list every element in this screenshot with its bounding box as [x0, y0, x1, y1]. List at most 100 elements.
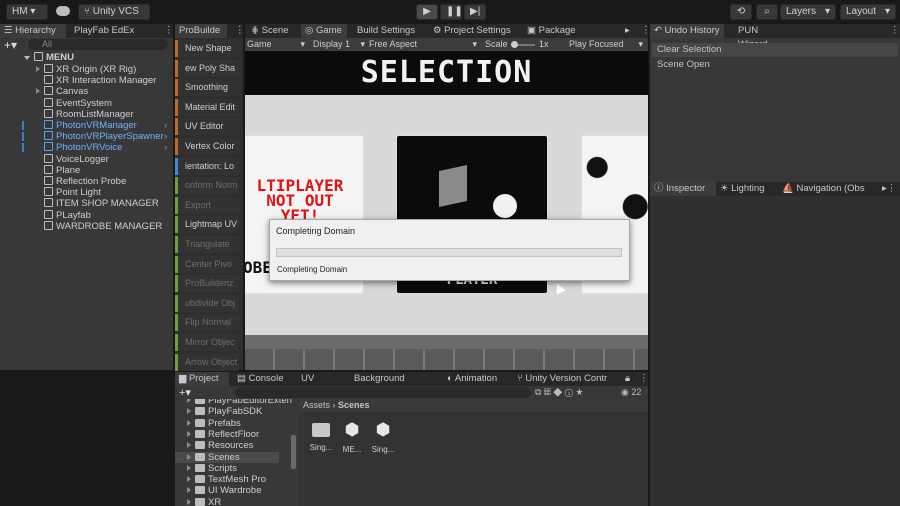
- scene-root[interactable]: MENU: [24, 52, 74, 63]
- probuilder-action[interactable]: Arrow Object: [175, 353, 239, 371]
- search-icon[interactable]: ⌕: [756, 4, 778, 20]
- probuilder-action[interactable]: Flip Normal: [175, 314, 239, 332]
- scale-slider-thumb[interactable]: [511, 41, 518, 48]
- probuilder-action[interactable]: ubdivide Obj: [175, 294, 239, 312]
- expand-arrow-icon[interactable]: [187, 453, 191, 460]
- game-view[interactable]: SELECTION LTIPLAYER NOT OUT YET! OBE PLA…: [245, 51, 648, 370]
- project-folder-item[interactable]: Resources: [187, 440, 291, 451]
- hierarchy-item[interactable]: PLayfab: [36, 209, 91, 221]
- tab-game[interactable]: ◎ Game: [301, 24, 347, 38]
- hierarchy-item[interactable]: XR Interaction Manager: [36, 75, 156, 86]
- probuilder-action[interactable]: ientation: Lo: [175, 157, 239, 175]
- probuilder-action[interactable]: Mirror Objec: [175, 334, 239, 351]
- hierarchy-item[interactable]: RoomListManager: [36, 108, 134, 120]
- tree-scrollbar[interactable]: [291, 435, 296, 469]
- tab-lighting[interactable]: ☀ Lighting: [716, 182, 776, 196]
- expand-arrow-icon[interactable]: [36, 66, 40, 72]
- expand-arrow-icon[interactable]: [187, 487, 191, 494]
- tab-hierarchy[interactable]: ☰ Hierarchy: [0, 24, 66, 38]
- probuilder-action[interactable]: New Shape: [175, 40, 239, 57]
- hierarchy-item[interactable]: Canvas: [36, 86, 88, 97]
- project-search-input[interactable]: [235, 387, 531, 398]
- filter-icons[interactable]: ⧉ ▦ ◆ ⓘ ★: [535, 387, 583, 398]
- asset-item[interactable]: ⬢ ME...: [338, 421, 366, 461]
- asset-item[interactable]: Sing...: [307, 421, 335, 461]
- tab-unity-version-control[interactable]: ⑂ Unity Version Contr: [513, 372, 617, 386]
- tab-animation[interactable]: ◐ Animation: [443, 372, 505, 386]
- play-button[interactable]: ▶: [416, 4, 438, 20]
- tab-playfab[interactable]: PlayFab EdEx: [70, 24, 140, 38]
- hierarchy-item[interactable]: XR Origin (XR Rig): [36, 64, 136, 75]
- tab-scene[interactable]: ⋕ Scene: [247, 24, 299, 38]
- expand-arrow-icon[interactable]: [187, 442, 191, 449]
- hierarchy-item[interactable]: WARDROBE MANAGER: [36, 220, 162, 232]
- project-folder-item[interactable]: Prefabs: [187, 418, 291, 429]
- project-folder-item[interactable]: Scenes: [175, 451, 279, 463]
- probuilder-action[interactable]: Material Edit: [175, 98, 239, 116]
- play-focused-dropdown[interactable]: Play Focused ▾: [569, 38, 645, 51]
- hierarchy-item[interactable]: ITEM SHOP MANAGER: [36, 198, 159, 209]
- game-mode-dropdown[interactable]: Game ▾: [247, 38, 307, 51]
- tab-project-settings[interactable]: ⚙ Project Settings: [429, 24, 521, 38]
- project-folder-item[interactable]: PlayFabEditorExten: [187, 399, 292, 406]
- chevron-right-icon[interactable]: ›: [164, 120, 167, 131]
- hierarchy-search-input[interactable]: All: [28, 39, 168, 50]
- step-button[interactable]: ▶|: [464, 4, 486, 20]
- tab-uv-editor[interactable]: UV Editor: [297, 372, 345, 398]
- tab-console[interactable]: ▤ Console: [233, 372, 289, 386]
- project-folder-item[interactable]: XR: [187, 497, 291, 506]
- more-icon[interactable]: ⋮: [635, 372, 653, 386]
- expand-arrow-icon[interactable]: [187, 408, 191, 415]
- account-dropdown[interactable]: HM ▾: [6, 4, 48, 20]
- expand-arrow-icon[interactable]: [187, 498, 191, 505]
- tab-pun-wizard[interactable]: PUN Wizard: [734, 24, 794, 50]
- project-add-icon[interactable]: +▾: [179, 386, 191, 399]
- probuilder-action[interactable]: Smoothing: [175, 79, 239, 97]
- tab-package-manager[interactable]: ▣ Package Manager: [523, 24, 617, 50]
- lock-icon[interactable]: 🔒︎: [621, 372, 634, 386]
- hierarchy-item[interactable]: PhotonVRPlayerSpawner ›: [22, 131, 167, 142]
- hierarchy-item[interactable]: Point Light: [36, 187, 101, 198]
- undo-item-0[interactable]: Clear Selection: [652, 43, 898, 57]
- history-icon[interactable]: ⟲: [730, 4, 752, 20]
- tab-undo-history[interactable]: ↶ Undo History: [650, 24, 724, 38]
- hierarchy-item[interactable]: PhotonVRVoice ›: [22, 142, 167, 153]
- probuilder-action[interactable]: ew Poly Sha: [175, 59, 239, 77]
- project-folder-item[interactable]: UI Wardrobe: [187, 485, 291, 496]
- add-icon[interactable]: +▾: [4, 38, 17, 52]
- tab-navigation[interactable]: ⛵ Navigation (Obs: [778, 182, 876, 196]
- probuilder-action[interactable]: onform Norm: [175, 177, 239, 195]
- project-folder-item[interactable]: Scripts: [187, 463, 291, 474]
- project-folder-item[interactable]: TextMesh Pro: [187, 474, 291, 485]
- expand-arrow-icon[interactable]: [187, 464, 191, 471]
- layout-dropdown[interactable]: Layout ▾: [840, 4, 896, 20]
- asset-item[interactable]: ⬢ Sing...: [369, 421, 397, 461]
- hierarchy-item[interactable]: Plane: [36, 164, 80, 176]
- scale-slider[interactable]: [511, 41, 535, 48]
- hierarchy-item[interactable]: EventSystem: [36, 97, 112, 109]
- expand-arrow-icon[interactable]: [187, 419, 191, 426]
- tab-background-tasks[interactable]: Background Tasks: [350, 372, 434, 398]
- breadcrumb-scenes[interactable]: Scenes: [338, 400, 370, 410]
- tab-probuilder[interactable]: ProBuilde: [175, 24, 227, 38]
- probuilder-action[interactable]: Center Pivo: [175, 255, 239, 273]
- expand-arrow-icon[interactable]: [187, 430, 191, 437]
- more-icon[interactable]: ▸⋮: [878, 182, 900, 196]
- more-icon[interactable]: ⋮: [886, 24, 900, 38]
- more-icon[interactable]: ⋮: [160, 24, 174, 38]
- tab-build-settings[interactable]: Build Settings: [353, 24, 427, 38]
- expand-arrow-icon[interactable]: [187, 399, 191, 403]
- chevron-right-icon[interactable]: ›: [164, 131, 167, 142]
- pause-button[interactable]: ❚❚: [440, 4, 463, 20]
- breadcrumb-assets[interactable]: Assets: [303, 400, 330, 410]
- project-folder-item[interactable]: ReflectFloor: [187, 429, 291, 440]
- expand-arrow-icon[interactable]: [187, 476, 191, 483]
- undo-item-1[interactable]: Scene Open: [652, 58, 898, 72]
- vcs-dropdown[interactable]: ⑂ Unity VCS ▾: [78, 4, 150, 31]
- probuilder-action[interactable]: Lightmap UV: [175, 216, 239, 234]
- tab-project[interactable]: ▆ Project: [175, 372, 229, 386]
- probuilder-action[interactable]: Export: [175, 196, 239, 214]
- chevron-right-icon[interactable]: ›: [164, 142, 167, 153]
- tabs-overflow-icon[interactable]: ▸: [621, 24, 634, 38]
- layers-dropdown[interactable]: Layers ▾: [780, 4, 836, 20]
